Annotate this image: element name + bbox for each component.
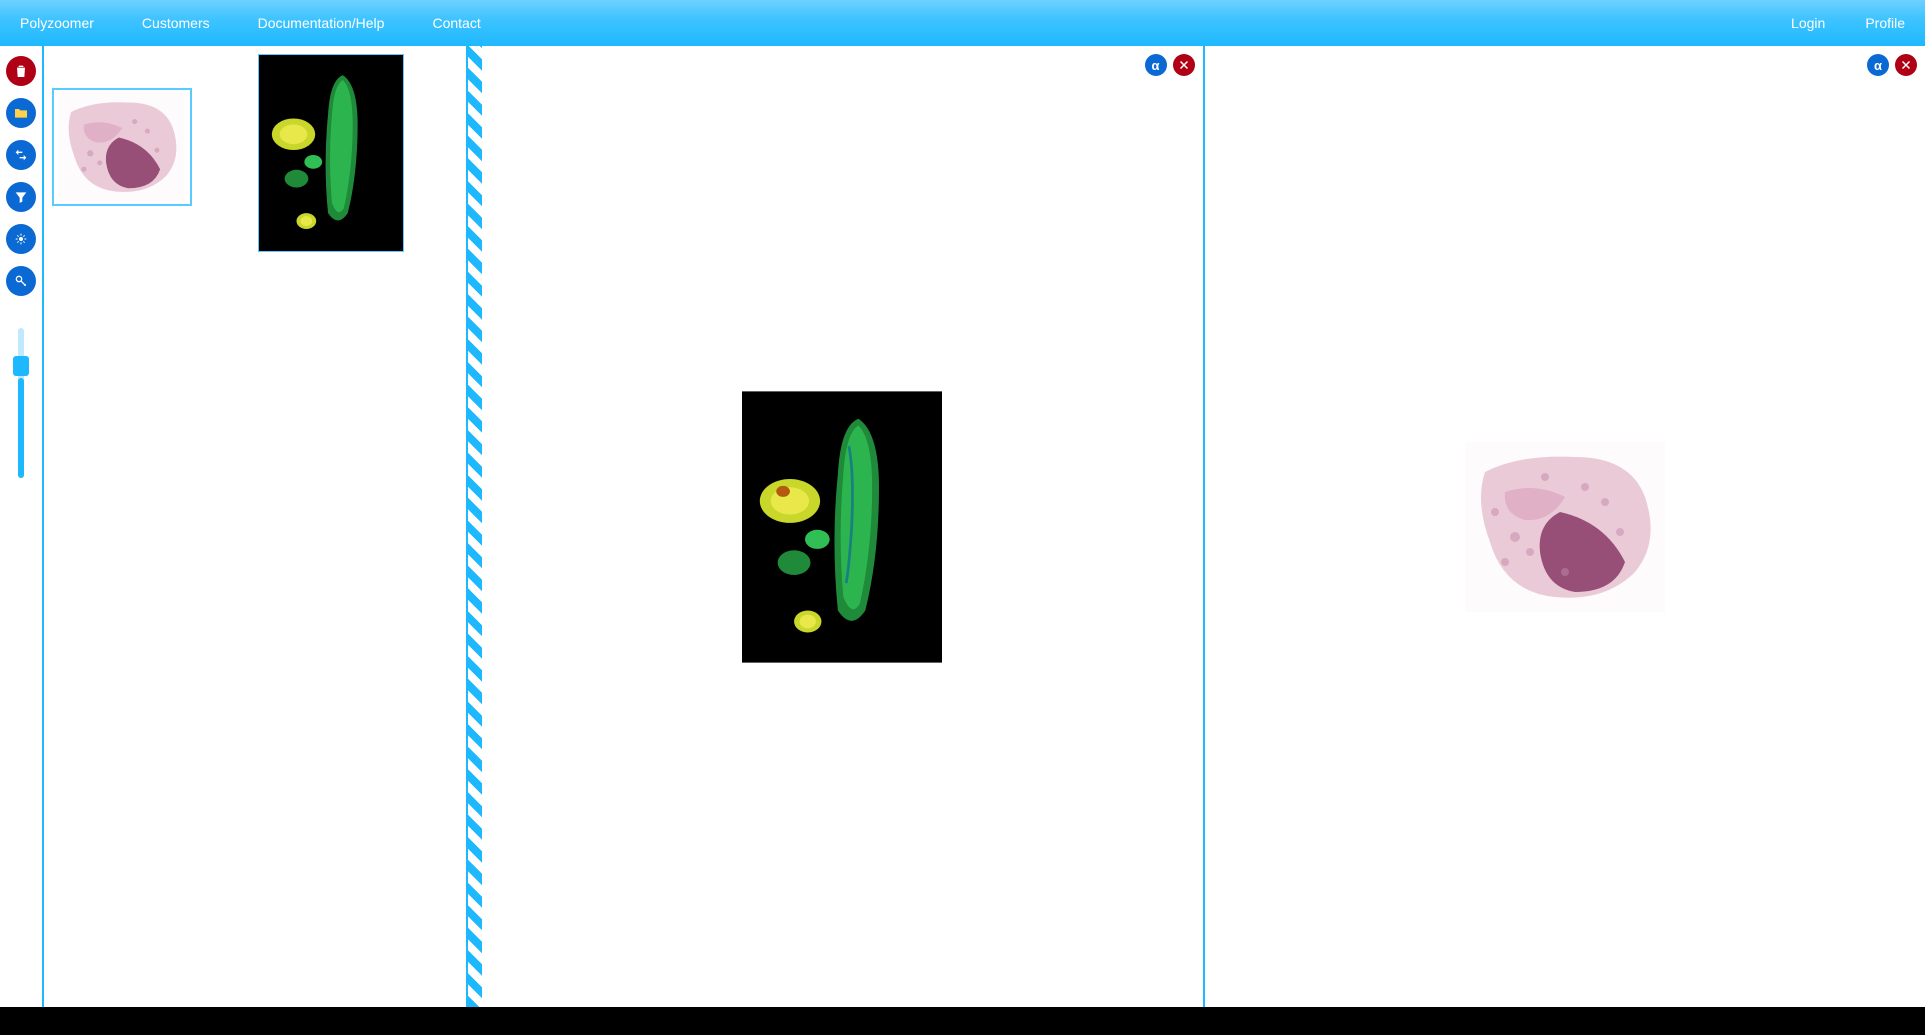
slider-thumb[interactable]	[13, 356, 29, 376]
nav-right: Login Profile	[1791, 15, 1905, 31]
viewer-right-content	[1205, 46, 1925, 1007]
opacity-slider[interactable]	[18, 328, 24, 478]
key-button[interactable]	[6, 266, 36, 296]
histology-image	[1463, 442, 1667, 612]
adjust-icon	[13, 231, 29, 247]
thumbnail-fluorescence[interactable]	[258, 54, 404, 252]
slider-fill	[18, 378, 24, 478]
delete-button[interactable]	[6, 56, 36, 86]
fluorescence-image	[742, 391, 942, 663]
thumbnails-panel	[44, 46, 468, 1007]
arrows-icon	[13, 147, 29, 163]
panel-divider[interactable]	[468, 46, 482, 1007]
histology-thumb-image	[57, 93, 187, 201]
nav-polyzoomer[interactable]: Polyzoomer	[20, 15, 94, 31]
sync-button[interactable]	[6, 140, 36, 170]
funnel-icon	[13, 189, 29, 205]
app-root: Polyzoomer Customers Documentation/Help …	[0, 0, 1925, 1035]
settings-button[interactable]	[6, 224, 36, 254]
nav-login[interactable]: Login	[1791, 15, 1825, 31]
footer-bar	[0, 1007, 1925, 1035]
slider-track	[18, 328, 24, 478]
nav-contact[interactable]: Contact	[432, 15, 480, 31]
fluorescence-thumb-image	[259, 54, 403, 252]
nav-customers[interactable]: Customers	[142, 15, 210, 31]
nav-documentation[interactable]: Documentation/Help	[258, 15, 385, 31]
thumbnail-histology[interactable]	[52, 88, 192, 206]
nav-profile[interactable]: Profile	[1865, 15, 1905, 31]
viewer-right[interactable]: α	[1205, 46, 1925, 1007]
filter-button[interactable]	[6, 182, 36, 212]
viewer-left[interactable]: α	[482, 46, 1205, 1007]
thumbnail-row	[52, 54, 458, 252]
main-area: α	[0, 46, 1925, 1007]
key-icon	[13, 273, 29, 289]
folder-icon	[13, 105, 29, 121]
trash-icon	[13, 63, 29, 79]
top-nav: Polyzoomer Customers Documentation/Help …	[0, 0, 1925, 46]
nav-left: Polyzoomer Customers Documentation/Help …	[20, 15, 481, 31]
open-button[interactable]	[6, 98, 36, 128]
left-toolbar	[0, 46, 44, 1007]
viewer-left-content	[482, 46, 1203, 1007]
